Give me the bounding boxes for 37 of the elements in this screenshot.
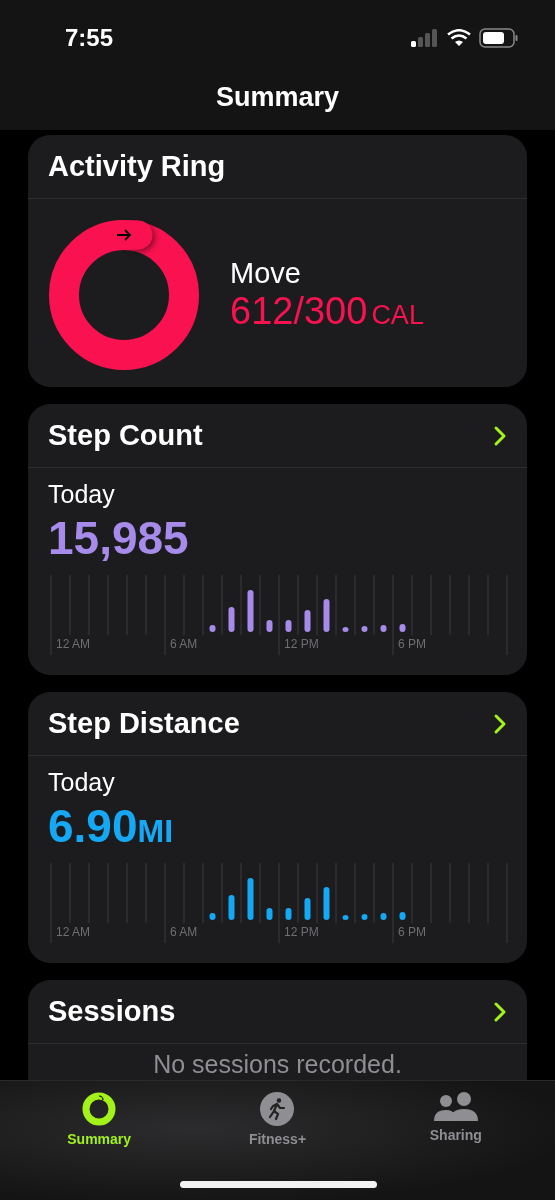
people-icon	[432, 1091, 479, 1123]
runner-icon	[259, 1091, 296, 1127]
card-title: Step Count	[48, 419, 203, 452]
card-title: Sessions	[48, 995, 176, 1028]
status-time: 7:55	[65, 24, 114, 52]
metric-caption: Today	[48, 768, 116, 797]
chevron-icon[interactable]	[493, 712, 507, 735]
card-title: Step Distance	[48, 707, 240, 740]
tab[interactable]: Sharing	[385, 1091, 526, 1161]
battery-icon	[479, 28, 519, 48]
axis-label: 6 AM	[170, 637, 199, 651]
signal-icon	[411, 29, 439, 47]
ring-icon	[81, 1091, 118, 1127]
tab[interactable]: Summary	[29, 1091, 170, 1161]
metric-card[interactable]: Step Distance Today 6.90MI 12 AM 6 AM 12 PM 6 PM	[28, 692, 527, 963]
metric-card[interactable]: Step Count Today 15,985 12 AM 6 AM 12 PM 6 PM	[28, 404, 527, 675]
empty-message: No sessions recorded.	[152, 1049, 403, 1080]
screen-title: Summary	[214, 82, 341, 113]
axis-label: 12 AM	[56, 637, 92, 651]
move-value: 612/300 CAL	[230, 290, 424, 333]
metric-value: 15,985	[48, 511, 190, 565]
axis-label: 12 PM	[284, 925, 320, 939]
axis-label: 6 AM	[170, 925, 199, 939]
card-title: Activity Ring	[48, 150, 226, 183]
wifi-icon	[447, 29, 471, 47]
move-label: Move	[230, 257, 302, 290]
axis-label: 12 AM	[56, 925, 92, 939]
tab[interactable]: Fitness+	[207, 1091, 348, 1161]
sessions-card[interactable]: Sessions No sessions recorded.	[28, 980, 527, 1080]
metric-caption: Today	[48, 480, 116, 509]
axis-label: 12 PM	[284, 637, 320, 651]
axis-label: 6 PM	[398, 637, 427, 651]
move-ring-icon	[48, 219, 200, 371]
chevron-icon[interactable]	[493, 1000, 507, 1023]
axis-label: 6 PM	[398, 925, 427, 939]
metric-value: 6.90MI	[48, 799, 175, 853]
chevron-icon[interactable]	[493, 424, 507, 447]
